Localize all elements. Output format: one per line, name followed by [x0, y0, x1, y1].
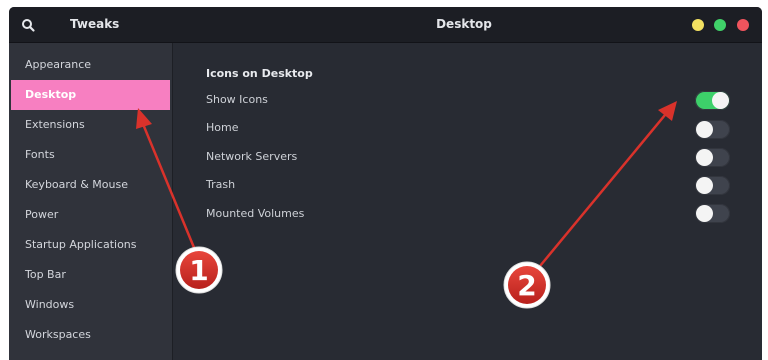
sidebar-item-top-bar[interactable]: Top Bar: [11, 260, 170, 290]
sidebar-item-label: Keyboard & Mouse: [25, 178, 128, 191]
sidebar-item-keyboard-mouse[interactable]: Keyboard & Mouse: [11, 170, 170, 200]
sidebar-item-label: Workspaces: [25, 328, 91, 341]
section-title: Icons on Desktop: [206, 67, 313, 80]
sidebar-item-power[interactable]: Power: [11, 200, 170, 230]
sidebar-item-label: Desktop: [25, 88, 77, 101]
sidebar-item-startup-applications[interactable]: Startup Applications: [11, 230, 170, 260]
show-icons-toggle[interactable]: [695, 91, 730, 110]
search-button[interactable]: [17, 14, 39, 36]
toggle-knob: [712, 92, 729, 109]
sidebar-item-extensions[interactable]: Extensions: [11, 110, 170, 140]
sidebar-item-label: Power: [25, 208, 59, 221]
setting-label-network-servers: Network Servers: [206, 150, 298, 163]
mounted-volumes-toggle[interactable]: [695, 204, 730, 223]
sidebar-item-label: Extensions: [25, 118, 85, 131]
sidebar-item-label: Top Bar: [25, 268, 66, 281]
setting-label-show-icons: Show Icons: [206, 93, 268, 106]
setting-label-mounted-volumes: Mounted Volumes: [206, 207, 305, 220]
setting-label-home: Home: [206, 121, 239, 134]
screenshot-stage: Tweaks Desktop Appearance Desktop Extens…: [0, 0, 768, 360]
sidebar-item-label: Appearance: [25, 58, 92, 71]
settings-panel: Icons on Desktop Show Icons Home Network…: [173, 43, 762, 360]
toggle-knob: [696, 121, 713, 138]
network-servers-toggle[interactable]: [695, 148, 730, 167]
maximize-button[interactable]: [714, 19, 726, 31]
sidebar-item-label: Startup Applications: [25, 238, 137, 251]
sidebar: Appearance Desktop Extensions Fonts Keyb…: [9, 43, 173, 360]
sidebar-item-appearance[interactable]: Appearance: [11, 50, 170, 80]
tweaks-window: Tweaks Desktop Appearance Desktop Extens…: [9, 7, 762, 360]
trash-toggle[interactable]: [695, 176, 730, 195]
close-button[interactable]: [737, 19, 749, 31]
toggle-knob: [696, 177, 713, 194]
sidebar-item-fonts[interactable]: Fonts: [11, 140, 170, 170]
sidebar-item-label: Windows: [25, 298, 75, 311]
sidebar-item-label: Fonts: [25, 148, 55, 161]
home-toggle[interactable]: [695, 120, 730, 139]
sidebar-item-desktop[interactable]: Desktop: [11, 80, 170, 110]
app-title: Tweaks: [70, 17, 120, 31]
setting-label-trash: Trash: [206, 178, 236, 191]
toggle-knob: [696, 149, 713, 166]
sidebar-item-windows[interactable]: Windows: [11, 290, 170, 320]
sidebar-item-workspaces[interactable]: Workspaces: [11, 320, 170, 350]
search-icon: [22, 19, 35, 32]
page-title: Desktop: [436, 17, 492, 31]
minimize-button[interactable]: [692, 19, 704, 31]
title-bar: Tweaks Desktop: [9, 7, 762, 43]
toggle-knob: [696, 205, 713, 222]
